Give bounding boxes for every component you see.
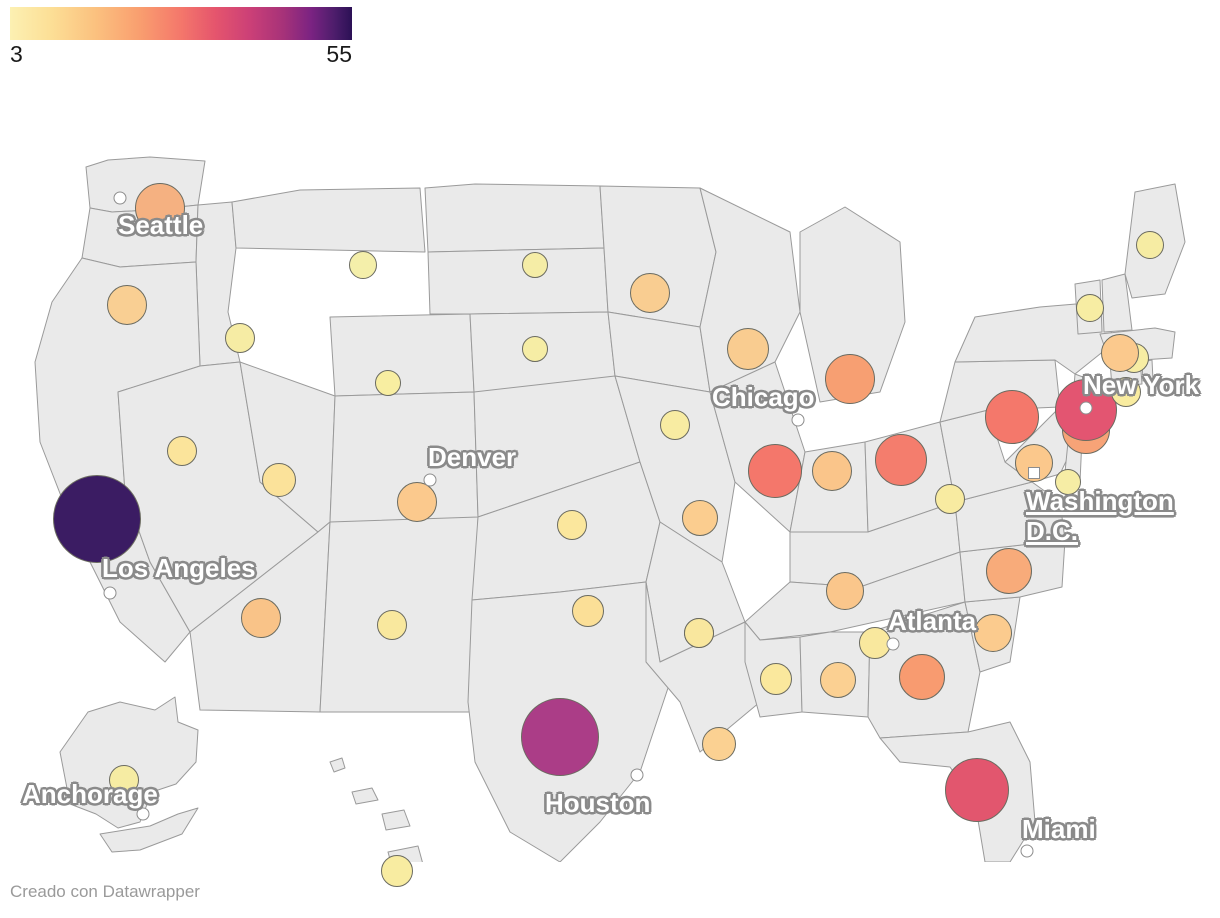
map-bubble[interactable] <box>397 482 437 522</box>
city-label-chicago: Chicago <box>712 382 815 412</box>
city-label-denver: Denver <box>428 442 517 472</box>
city-marker-houston[interactable] <box>630 768 644 782</box>
map-bubble[interactable] <box>935 484 965 514</box>
map-bubble[interactable] <box>107 285 147 325</box>
map-bubble[interactable] <box>825 354 875 404</box>
color-legend-gradient <box>10 7 352 40</box>
map-bubble[interactable] <box>572 595 604 627</box>
city-marker-seattle[interactable] <box>113 191 127 205</box>
map-bubble[interactable] <box>899 654 945 700</box>
map-bubble[interactable] <box>1101 334 1139 372</box>
map-bubble[interactable] <box>375 370 401 396</box>
map-bubble[interactable] <box>53 475 141 563</box>
map-bubble[interactable] <box>522 252 548 278</box>
map-bubble[interactable] <box>522 336 548 362</box>
map-bubble[interactable] <box>812 451 852 491</box>
map-bubble[interactable] <box>1136 231 1164 259</box>
color-legend: 3 55 <box>10 7 352 67</box>
map-bubble[interactable] <box>826 572 864 610</box>
map-bubble[interactable] <box>875 434 927 486</box>
map-bubble[interactable] <box>262 463 296 497</box>
map-bubble[interactable] <box>349 251 377 279</box>
map-bubble[interactable] <box>377 610 407 640</box>
map-bubble[interactable] <box>1076 294 1104 322</box>
datawrapper-credit[interactable]: Creado con Datawrapper <box>10 882 200 902</box>
map-bubble[interactable] <box>682 500 718 536</box>
map-bubble[interactable] <box>381 855 413 887</box>
city-marker-miami[interactable] <box>1020 844 1034 858</box>
city-marker-anchorage[interactable] <box>136 807 150 821</box>
city-label-atlanta: Atlanta <box>888 606 977 636</box>
map-bubble[interactable] <box>225 323 255 353</box>
map-bubble[interactable] <box>985 390 1039 444</box>
city-marker-chicago[interactable] <box>791 413 805 427</box>
map-bubble[interactable] <box>557 510 587 540</box>
city-label-anchorage: Anchorage <box>22 779 158 809</box>
map-bubble[interactable] <box>684 618 714 648</box>
map-bubble[interactable] <box>241 598 281 638</box>
city-label-los-angeles: Los Angeles <box>102 553 256 583</box>
map-bubble[interactable] <box>660 410 690 440</box>
map-bubble[interactable] <box>820 662 856 698</box>
map-bubble[interactable] <box>974 614 1012 652</box>
city-marker-los-angeles[interactable] <box>103 586 117 600</box>
city-label-washington-d-c-: Washington D.C. <box>1026 486 1174 546</box>
city-label-seattle: Seattle <box>118 210 204 240</box>
city-label-new-york: New York <box>1083 370 1200 400</box>
map-bubble[interactable] <box>630 273 670 313</box>
map-bubble[interactable] <box>167 436 197 466</box>
map-bubble[interactable] <box>521 698 599 776</box>
map-bubble[interactable] <box>760 663 792 695</box>
city-marker-washington-d-c-[interactable] <box>1028 467 1040 479</box>
city-marker-new-york[interactable] <box>1079 401 1093 415</box>
city-label-houston: Houston <box>545 788 651 818</box>
city-marker-denver[interactable] <box>423 473 437 487</box>
map-bubble[interactable] <box>748 444 802 498</box>
city-label-miami: Miami <box>1022 814 1096 844</box>
map-bubble[interactable] <box>702 727 736 761</box>
map-bubble[interactable] <box>945 758 1009 822</box>
city-marker-atlanta[interactable] <box>886 637 900 651</box>
map-bubble[interactable] <box>986 548 1032 594</box>
map-bubble[interactable] <box>727 328 769 370</box>
map-canvas[interactable]: Seattle Chicago Denver New York Los Angeles W… <box>0 62 1220 887</box>
